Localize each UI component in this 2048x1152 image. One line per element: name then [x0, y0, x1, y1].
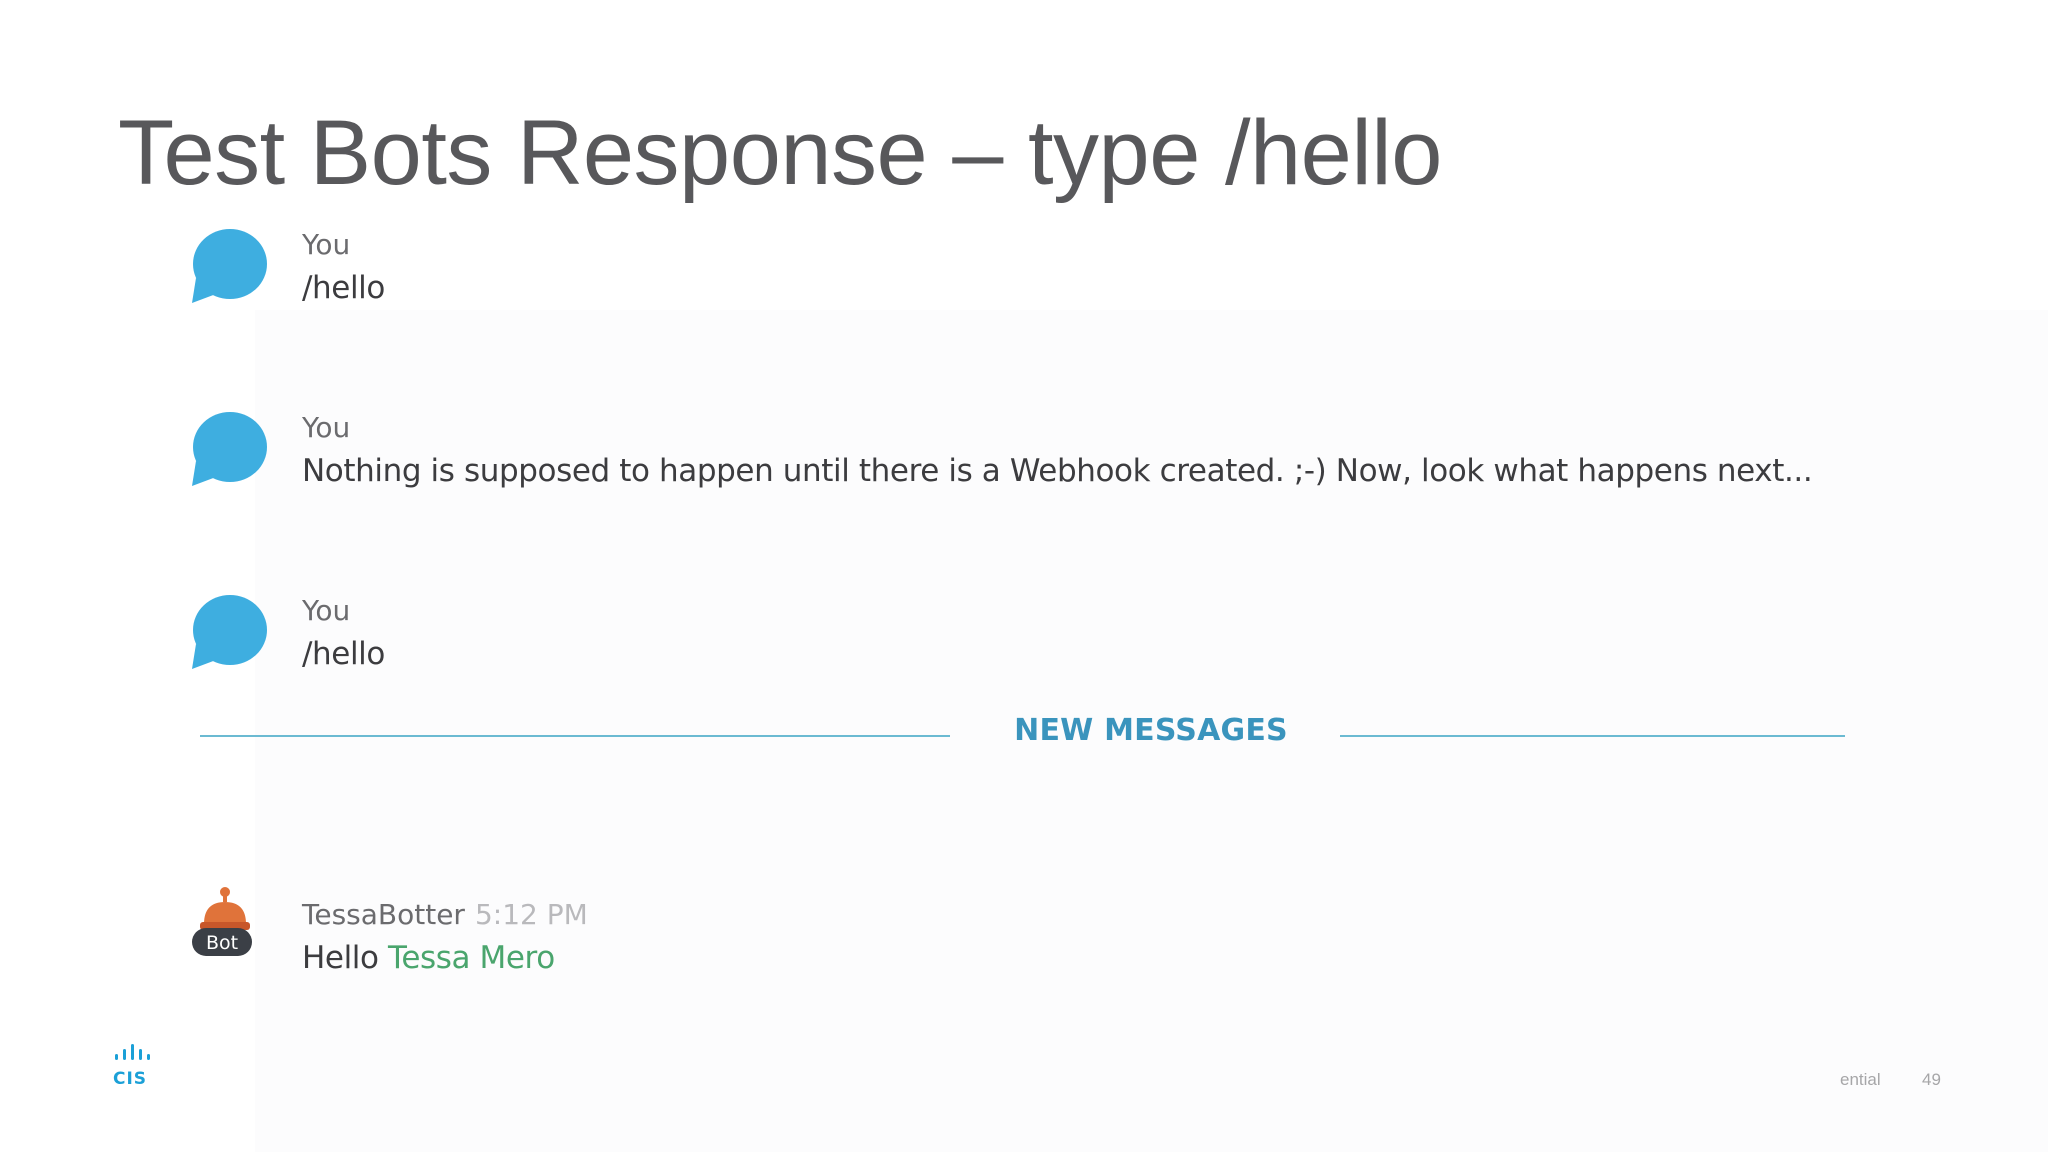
slide: Test Bots Response – type /hello You /he…	[0, 0, 2048, 1152]
message-text: /hello	[302, 270, 385, 306]
divider-line-left	[200, 735, 950, 737]
slide-title: Test Bots Response – type /hello	[118, 102, 1442, 204]
speech-bubble-icon	[192, 229, 267, 303]
new-messages-label: NEW MESSAGES	[1014, 713, 1288, 748]
message-sender: You	[302, 411, 351, 444]
message-text: /hello	[302, 636, 385, 672]
page-number: 49	[1922, 1070, 1941, 1089]
message-timestamp: 5:12 PM	[474, 898, 588, 931]
speech-bubble-icon	[192, 595, 267, 669]
user-mention[interactable]: Tessa Mero	[388, 940, 555, 976]
bot-sender-name: TessaBotter	[302, 898, 465, 931]
speech-bubble-icon	[192, 412, 267, 486]
bot-sender-line: TessaBotter 5:12 PM	[302, 898, 588, 931]
cisco-logo: CIS	[113, 1044, 150, 1088]
message-text: Nothing is supposed to happen until ther…	[302, 453, 1813, 489]
bot-badge: Bot	[206, 932, 238, 954]
message-sender: You	[302, 228, 351, 261]
footer-confidential: ential	[1840, 1070, 1881, 1089]
divider-line-right	[1340, 735, 1845, 737]
logo-text: CIS	[113, 1069, 147, 1088]
message-sender: You	[302, 594, 351, 627]
bot-avatar-icon: Bot	[192, 887, 252, 956]
greeting-text: Hello	[302, 940, 379, 976]
bot-message-text: Hello Tessa Mero	[302, 940, 555, 976]
